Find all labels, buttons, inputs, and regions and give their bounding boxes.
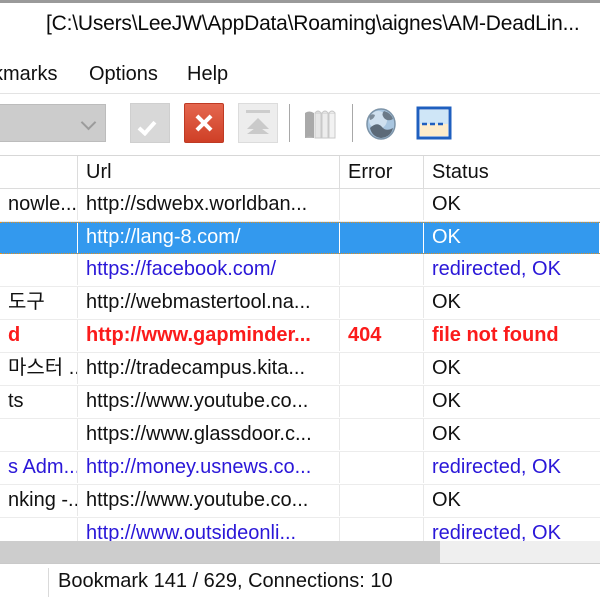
menu-item-help[interactable]: Help xyxy=(184,62,231,87)
report-button[interactable] xyxy=(414,105,454,141)
column-header-status[interactable]: Status xyxy=(424,156,600,188)
cell-status: file not found xyxy=(432,324,559,346)
table-row[interactable]: ts https://www.youtube.co... OK xyxy=(0,386,600,419)
toolbar xyxy=(0,94,600,156)
table-row[interactable]: d http://www.gapminder... 404 file not foun… xyxy=(0,320,600,353)
cell-title xyxy=(0,419,78,450)
move-up-button[interactable] xyxy=(238,103,278,143)
cell-status: OK xyxy=(432,423,461,445)
links-table: Url Error Status nowle... http://sdwebx.w… xyxy=(0,156,600,541)
cell-error xyxy=(340,189,424,220)
table-row[interactable]: https://facebook.com/redirected, OK xyxy=(0,254,600,287)
cell-url: http://tradecampus.kita... xyxy=(78,353,340,384)
cell-title xyxy=(0,254,78,285)
cell-title: ts xyxy=(0,386,78,417)
horizontal-scrollbar[interactable] xyxy=(0,541,600,563)
cell-error xyxy=(340,485,424,516)
table-row[interactable]: http://lang-8.com/OK xyxy=(0,222,600,254)
table-row[interactable]: https://www.glassdoor.c... OK xyxy=(0,419,600,452)
check-links-button[interactable] xyxy=(130,103,170,143)
cell-url: http://sdwebx.worldban... xyxy=(78,189,340,220)
cell-title: 도구 xyxy=(0,287,78,318)
cell-title xyxy=(0,518,78,541)
cell-error xyxy=(340,223,424,253)
cell-title: d xyxy=(0,320,78,351)
close-x-icon xyxy=(185,104,223,142)
cell-status: OK xyxy=(432,390,461,412)
cell-url: https://www.youtube.co... xyxy=(78,485,340,516)
column-header-error[interactable]: Error xyxy=(340,156,424,188)
cell-url: https://www.glassdoor.c... xyxy=(78,419,340,450)
globe-icon xyxy=(366,108,396,140)
title-bar: [C:\Users\LeeJW\AppData\Roaming\aignes\A… xyxy=(0,0,600,52)
cell-error: 404 xyxy=(340,320,424,351)
up-arrow-icon-second xyxy=(247,126,269,134)
menu-bar: kmarks Options Help xyxy=(0,52,600,94)
application-window: [C:\Users\LeeJW\AppData\Roaming\aignes\A… xyxy=(0,0,600,600)
cell-title: nking -... xyxy=(0,485,78,516)
cell-status: redirected, OK xyxy=(432,456,561,478)
cell-status: OK xyxy=(432,357,461,379)
up-arrow-icon-bar xyxy=(246,110,270,113)
status-bar: Bookmark 141 / 629, Connections: 10 xyxy=(0,563,600,600)
cell-status: OK xyxy=(432,489,461,511)
cell-status: OK xyxy=(432,291,461,313)
open-in-browser-button[interactable] xyxy=(362,105,400,143)
cell-url: http://webmastertool.na... xyxy=(78,287,340,318)
cell-error xyxy=(340,419,424,450)
cell-error xyxy=(340,452,424,483)
cell-status: redirected, OK xyxy=(432,258,561,280)
table-row[interactable]: s Adm... http://money.usnews.co... redirec… xyxy=(0,452,600,485)
table-row[interactable]: 마스터 ... http://tradecampus.kita... OK xyxy=(0,353,600,386)
cell-url: https://www.youtube.co... xyxy=(78,386,340,417)
cell-error xyxy=(340,518,424,541)
cell-title xyxy=(0,223,78,253)
cell-error xyxy=(340,287,424,318)
menu-item-options[interactable]: Options xyxy=(86,62,161,87)
cell-url: https://facebook.com/ xyxy=(78,254,340,285)
toolbar-separator-2 xyxy=(352,104,353,142)
table-row[interactable]: 도구 http://webmastertool.na... OK xyxy=(0,287,600,320)
cell-error xyxy=(340,353,424,384)
cell-error xyxy=(340,386,424,417)
cell-error xyxy=(340,254,424,285)
column-header-url[interactable]: Url xyxy=(78,156,340,188)
cell-url: http://www.gapminder... xyxy=(78,320,340,351)
cell-title: s Adm... xyxy=(0,452,78,483)
books-icon xyxy=(305,110,336,139)
cell-title: 마스터 ... xyxy=(0,353,78,384)
horizontal-scrollbar-thumb[interactable] xyxy=(0,541,440,563)
window-title: [C:\Users\LeeJW\AppData\Roaming\aignes\A… xyxy=(46,12,580,35)
cell-status: OK xyxy=(424,223,600,253)
table-row[interactable]: nking -... https://www.youtube.co... OK xyxy=(0,485,600,518)
toolbar-separator-1 xyxy=(289,104,290,142)
status-bar-divider xyxy=(48,568,49,597)
bookmarks-button[interactable] xyxy=(302,105,340,143)
cell-status: redirected, OK xyxy=(432,522,561,541)
stop-button[interactable] xyxy=(184,103,224,143)
status-bar-text: Bookmark 141 / 629, Connections: 10 xyxy=(58,570,393,592)
table-header-row: Url Error Status xyxy=(0,156,600,189)
menu-item-bookmarks[interactable]: kmarks xyxy=(0,62,60,87)
table-row[interactable]: http://www.outsideonli... redirected, OK xyxy=(0,518,600,541)
column-header-title[interactable] xyxy=(0,156,78,188)
cell-url: http://money.usnews.co... xyxy=(78,452,340,483)
cell-url: http://www.outsideonli... xyxy=(78,518,340,541)
report-window-icon xyxy=(416,106,452,140)
check-icon xyxy=(142,113,158,132)
table-row[interactable]: nowle... http://sdwebx.worldban... OK xyxy=(0,189,600,222)
chevron-down-icon xyxy=(81,114,97,130)
cell-status: OK xyxy=(432,193,461,215)
cell-title: nowle... xyxy=(0,189,78,220)
table-body: nowle... http://sdwebx.worldban... OK http:… xyxy=(0,189,600,541)
profile-combobox[interactable] xyxy=(0,104,106,142)
cell-url: http://lang-8.com/ xyxy=(78,223,340,253)
